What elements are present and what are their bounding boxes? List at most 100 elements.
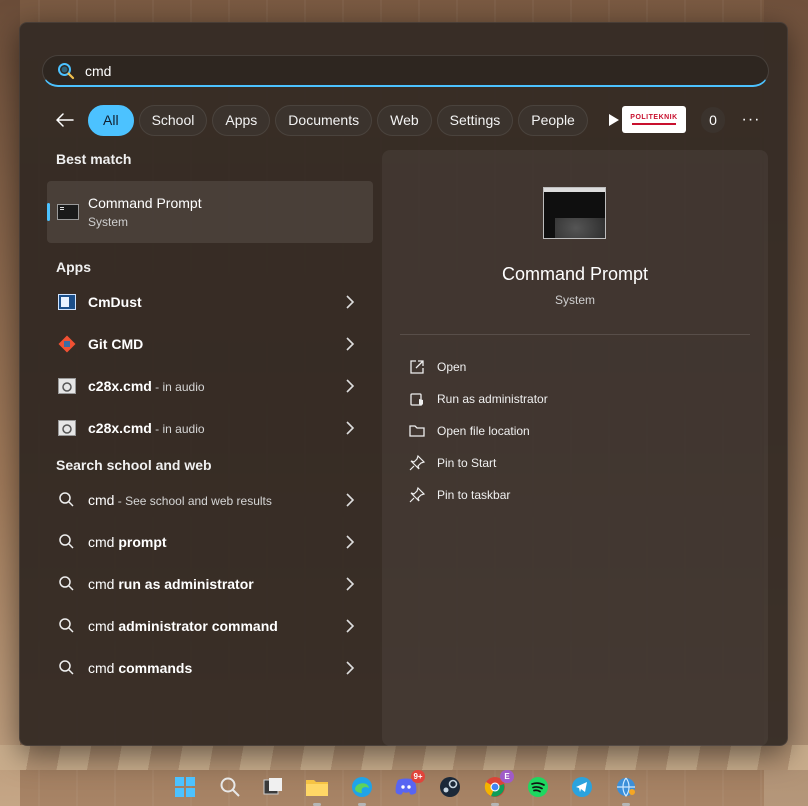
best-match-name: Command Prompt (88, 195, 202, 211)
open-external-icon (410, 360, 424, 374)
pin-icon (409, 454, 426, 471)
wallpaper-left (0, 0, 20, 806)
spotify-button[interactable] (523, 772, 553, 802)
query-prefix: cmd (88, 660, 119, 676)
back-arrow-icon (56, 113, 74, 127)
action-label: Pin to Start (437, 456, 497, 470)
search-icon (59, 492, 74, 507)
app-result-item[interactable]: c28x.cmd - in audio (47, 407, 373, 449)
web-result-item[interactable]: cmd - See school and web results (47, 479, 373, 521)
windows-logo-icon (175, 777, 195, 797)
taskbar-search-button[interactable] (215, 772, 245, 802)
chevron-right-icon[interactable] (345, 492, 355, 508)
divider (400, 334, 750, 335)
web-result-item[interactable]: cmd prompt (47, 521, 373, 563)
file-location: - in audio (151, 422, 205, 436)
search-icon (220, 777, 240, 797)
start-button[interactable] (170, 772, 200, 802)
query-prefix: cmd (88, 618, 119, 634)
app-result-item[interactable]: c28x.cmd - in audio (47, 365, 373, 407)
action-open[interactable]: Open (408, 351, 548, 383)
file-name: c28x.cmd (88, 420, 152, 436)
spotify-icon (528, 777, 548, 797)
discord-button[interactable]: 9+ (391, 770, 425, 802)
edge-button[interactable] (347, 772, 377, 806)
filter-apps[interactable]: Apps (212, 104, 271, 136)
task-view-button[interactable] (258, 772, 288, 802)
organization-logo-text: POLITEKNIK (630, 114, 678, 121)
web-result-item[interactable]: cmd commands (47, 647, 373, 689)
command-prompt-large-icon (543, 187, 606, 239)
action-open-file-location[interactable]: Open file location (408, 415, 548, 447)
filter-web[interactable]: Web (377, 104, 432, 136)
best-match-item[interactable]: Command Prompt System (47, 181, 373, 243)
logo-underline (632, 123, 676, 125)
chevron-right-icon[interactable] (345, 336, 355, 352)
filter-documents[interactable]: Documents (275, 104, 373, 136)
organization-logo[interactable]: POLITEKNIK (622, 106, 686, 133)
search-box[interactable] (42, 55, 769, 87)
command-prompt-icon (57, 204, 79, 220)
notification-badge: 9+ (411, 770, 425, 783)
search-icon (58, 62, 75, 79)
rewards-count[interactable]: 0 (701, 107, 725, 133)
chevron-right-icon[interactable] (345, 534, 355, 550)
pin-icon (409, 486, 426, 503)
network-app-button[interactable] (611, 772, 641, 806)
filter-all[interactable]: All (88, 104, 134, 136)
action-pin-to-start[interactable]: Pin to Start (408, 447, 548, 479)
file-explorer-button[interactable] (302, 772, 332, 806)
task-view-icon (263, 778, 282, 795)
preview-subtitle: System (554, 293, 595, 307)
query-hint: - See school and web results (114, 494, 272, 508)
steam-button[interactable] (435, 772, 465, 802)
play-icon (608, 114, 619, 126)
chevron-right-icon[interactable] (345, 576, 355, 592)
filter-bar: All School Apps Documents Web Settings P… (50, 104, 629, 136)
web-result-item[interactable]: cmd administrator command (47, 605, 373, 647)
chevron-right-icon[interactable] (345, 420, 355, 436)
cmdust-icon (57, 292, 77, 312)
search-icon (59, 618, 74, 633)
action-label: Open (437, 360, 467, 374)
action-pin-to-taskbar[interactable]: Pin to taskbar (408, 479, 548, 511)
chevron-right-icon[interactable] (345, 294, 355, 310)
search-icon (59, 576, 74, 591)
chevron-right-icon[interactable] (345, 618, 355, 634)
filter-people[interactable]: People (518, 104, 588, 136)
selection-indicator (47, 203, 50, 221)
file-name: c28x.cmd (88, 378, 152, 394)
query-prefix: cmd (88, 534, 119, 550)
preview-title: Command Prompt (501, 264, 649, 284)
back-button[interactable] (50, 105, 80, 135)
search-input[interactable] (85, 62, 685, 79)
best-match-type: System (88, 215, 129, 229)
telegram-button[interactable] (567, 772, 597, 802)
web-result-item[interactable]: cmd run as administrator (47, 563, 373, 605)
edge-icon (352, 777, 372, 797)
query-prefix: cmd (88, 492, 115, 508)
query-suggestion: prompt (118, 534, 167, 550)
best-match-heading: Best match (56, 151, 132, 167)
filter-school[interactable]: School (138, 104, 208, 136)
app-name: CmDust (88, 294, 142, 310)
search-icon (59, 534, 74, 549)
folder-icon (306, 780, 328, 796)
app-result-item[interactable]: CmDust (47, 281, 373, 323)
filter-settings[interactable]: Settings (436, 104, 514, 136)
search-icon (59, 660, 74, 675)
query-prefix: cmd (88, 576, 119, 592)
chevron-right-icon[interactable] (345, 378, 355, 394)
more-options-button[interactable]: ··· (738, 107, 764, 133)
action-run-as-admin[interactable]: Run as administrator (408, 383, 548, 415)
app-name: Git CMD (88, 336, 144, 352)
chrome-button[interactable]: E (480, 770, 514, 806)
query-suggestion: commands (118, 660, 193, 676)
telegram-icon (572, 777, 592, 797)
chevron-right-icon[interactable] (345, 660, 355, 676)
file-location: - in audio (151, 380, 205, 394)
app-result-item[interactable]: Git CMD (47, 323, 373, 365)
apps-heading: Apps (56, 259, 91, 275)
taskbar: 9+ E (0, 766, 808, 806)
action-list: Open Run as administrator Open file loca… (408, 351, 548, 511)
